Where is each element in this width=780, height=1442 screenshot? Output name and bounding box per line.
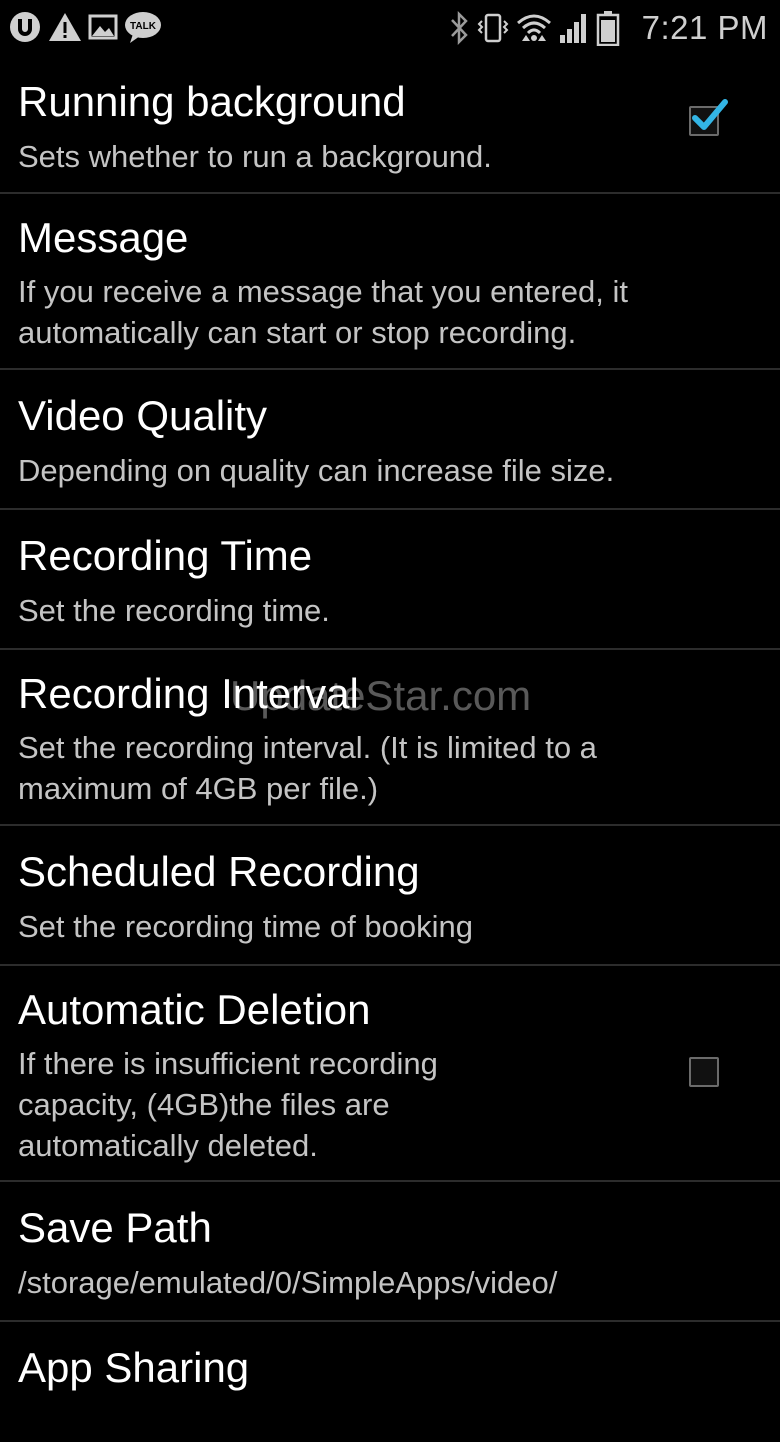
bluetooth-icon [448,11,470,45]
settings-list: Running background Sets whether to run a… [0,58,780,1442]
pref-title: Automatic Deletion [18,986,371,1033]
pref-summary: /storage/emulated/0/SimpleApps/video/ [18,1265,558,1300]
vibrate-icon [476,11,510,45]
pref-running-background[interactable]: Running background Sets whether to run a… [0,58,780,194]
pref-scheduled-recording[interactable]: Scheduled Recording Set the recording ti… [0,826,780,966]
pref-video-quality[interactable]: Video Quality Depending on quality can i… [0,370,780,510]
pref-title: Save Path [18,1204,212,1251]
running-background-checkbox[interactable] [689,99,728,136]
status-bar: TALK 7:21 PM [0,0,780,58]
pref-summary: Set the recording time. [18,593,330,628]
talk-label: TALK [130,21,157,32]
pref-title: Video Quality [18,392,268,439]
warning-icon [48,11,82,43]
notification-icons: TALK [8,10,162,44]
pref-title: Recording Interval [18,670,359,717]
clock: 7:21 PM [641,9,768,46]
pref-app-sharing[interactable]: App Sharing [0,1322,780,1442]
pref-summary: Depending on quality can increase file s… [18,453,615,488]
pref-title: Message [18,214,189,261]
pref-save-path[interactable]: Save Path /storage/emulated/0/SimpleApps… [0,1182,780,1322]
pref-summary: Set the recording interval. (It is limit… [18,730,597,806]
checkmark-icon [692,99,728,130]
pref-summary: Set the recording time of booking [18,909,473,944]
pref-title: Recording Time [18,532,313,579]
pref-summary: If you receive a message that you entere… [18,274,629,350]
pref-message[interactable]: Message If you receive a message that yo… [0,194,780,370]
talk-icon: TALK [124,10,162,44]
pref-summary: Sets whether to run a background. [18,139,492,174]
battery-icon [596,10,620,46]
pref-recording-interval[interactable]: Recording Interval Set the recording int… [0,650,780,826]
pref-title: Scheduled Recording [18,848,420,895]
automatic-deletion-checkbox[interactable] [689,1057,719,1087]
pref-title: App Sharing [18,1344,250,1391]
u-app-icon [8,10,42,44]
pref-title: Running background [18,78,406,125]
system-icons: 7:21 PM [448,6,768,50]
wifi-icon [516,11,552,45]
image-icon [88,12,118,42]
pref-automatic-deletion[interactable]: Automatic Deletion If there is insuffici… [0,966,780,1182]
pref-recording-time[interactable]: Recording Time Set the recording time. [0,510,780,650]
pref-summary: If there is insufficient recording capac… [18,1046,438,1163]
signal-icon [558,11,590,45]
